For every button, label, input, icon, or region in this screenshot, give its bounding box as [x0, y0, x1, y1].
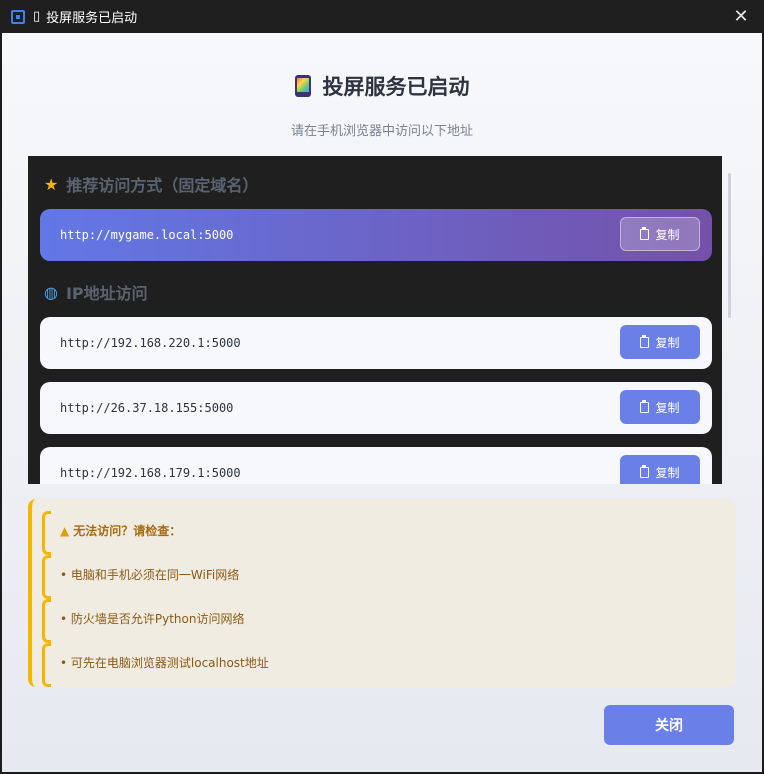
warning-tip: • 电脑和手机必须在同一WiFi网络 [42, 555, 239, 599]
phone-icon [294, 75, 311, 97]
warning-tip: • 防火墙是否允许Python访问网络 [42, 599, 245, 643]
window-title: 投屏服务已启动 [46, 11, 138, 26]
recommended-url-card: http://mygame.local:5000 复制 [40, 209, 712, 261]
page-subtitle: 请在手机浏览器中访问以下地址 [290, 124, 473, 139]
copy-button-ip-3[interactable]: 复制 [620, 455, 700, 484]
close-button[interactable]: 关闭 [604, 705, 734, 745]
warning-box: ▲ 无法访问？请检查： • 电脑和手机必须在同一WiFi网络 • 防火墙是否允许P… [28, 499, 736, 687]
title-bar: ▯ 投屏服务已启动 ✕ [0, 0, 764, 33]
warning-tip: • 可先在电脑浏览器测试localhost地址 [42, 643, 269, 687]
clipboard-icon [640, 464, 650, 478]
ip-section-title: ◍ IP地址访问 [44, 282, 148, 304]
clipboard-icon [640, 334, 650, 348]
copy-button-ip-2[interactable]: 复制 [620, 390, 700, 424]
dialog-body: 投屏服务已启动 请在手机浏览器中访问以下地址 ★ 推荐访问方式（固定域名） ht… [2, 33, 762, 772]
globe-icon: ◍ [44, 282, 58, 302]
page-title-text: 投屏服务已启动 [322, 75, 470, 99]
copy-button-ip-1[interactable]: 复制 [620, 325, 700, 359]
ip-url-card: http://26.37.18.155:5000 复制 [40, 382, 712, 434]
ip-url: http://192.168.179.1:5000 [60, 466, 241, 480]
ip-url: http://26.37.18.155:5000 [60, 401, 234, 415]
copy-button-recommended[interactable]: 复制 [620, 217, 700, 251]
clipboard-icon [640, 399, 650, 413]
recommended-url: http://mygame.local:5000 [60, 228, 234, 242]
url-list-panel[interactable]: ★ 推荐访问方式（固定域名） http://mygame.local:5000 … [28, 156, 722, 484]
ip-url-card: http://192.168.179.1:5000 复制 [40, 447, 712, 484]
recommended-section-title: ★ 推荐访问方式（固定域名） [44, 174, 259, 196]
star-icon: ★ [44, 174, 59, 194]
clipboard-icon [640, 226, 650, 240]
warning-icon: ▲ [60, 523, 70, 538]
window-close-button[interactable]: ✕ [718, 0, 764, 33]
warning-title: ▲ 无法访问？请检查： [42, 511, 181, 555]
ip-url-card: http://192.168.220.1:5000 复制 [40, 317, 712, 369]
panel-scrollbar[interactable] [728, 173, 731, 318]
page-title: 投屏服务已启动 [2, 71, 762, 101]
phone-small-icon: ▯ [33, 9, 41, 24]
ip-url: http://192.168.220.1:5000 [60, 336, 241, 350]
app-icon [11, 9, 25, 24]
